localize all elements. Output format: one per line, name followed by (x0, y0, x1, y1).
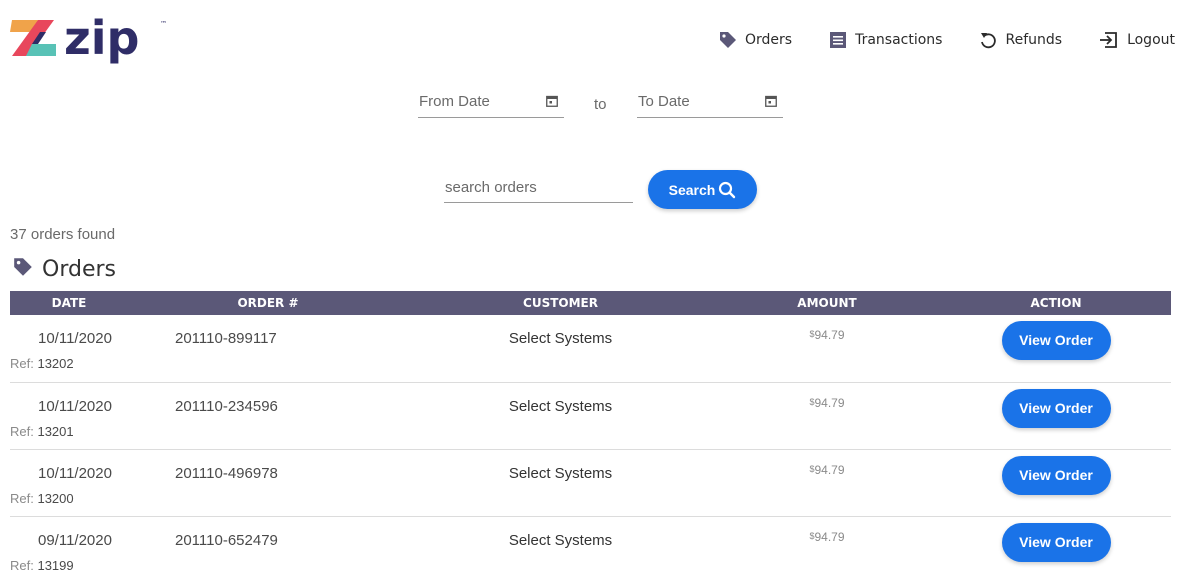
column-header-order: ORDER # (237, 296, 299, 310)
zip-logo[interactable]: zip ™ (10, 11, 170, 70)
logout-icon (1098, 30, 1120, 50)
nav-transactions[interactable]: Transactions (828, 30, 942, 50)
order-date-cell: 10/11/2020 Ref: 13200 (10, 449, 128, 516)
order-date: 09/11/2020 (38, 531, 112, 549)
ref-number: 13200 (37, 490, 74, 506)
ref-prefix: Ref: (10, 356, 38, 371)
date-range-separator: to (594, 96, 607, 113)
column-header-amount: AMOUNT (797, 296, 857, 310)
customer-name: Select Systems (508, 397, 613, 415)
order-number: 201110-899117 (175, 330, 277, 347)
customer-name: Select Systems (508, 464, 613, 482)
search-icon (718, 181, 736, 199)
top-nav: Orders Transactions Refunds Logout (718, 30, 1175, 50)
table-row: 10/11/2020 Ref: 13202 201110-899117 Sele… (10, 315, 1171, 382)
column-header-date: DATE (51, 296, 87, 310)
nav-orders[interactable]: Orders (718, 30, 792, 50)
ref-number: 13202 (37, 356, 74, 371)
customer-name: Select Systems (508, 531, 613, 549)
nav-logout[interactable]: Logout (1098, 30, 1175, 50)
tag-icon (12, 256, 34, 283)
order-amount: $94.79 (713, 516, 941, 583)
order-amount: $94.79 (713, 315, 941, 382)
ref-number: 13199 (37, 557, 74, 573)
column-header-customer: CUSTOMER (523, 296, 598, 310)
order-date: 10/11/2020 (38, 397, 112, 415)
orders-table: DATE ORDER # CUSTOMER AMOUNT ACTION 10/1… (10, 291, 1171, 583)
order-ref: Ref: 13200 (10, 491, 128, 506)
order-date-cell: 10/11/2020 Ref: 13201 (10, 382, 128, 449)
search-input[interactable] (444, 172, 633, 203)
customer-name: Select Systems (508, 330, 613, 347)
action-cell: View Order (941, 449, 1171, 516)
view-order-button[interactable]: View Order (1001, 321, 1111, 360)
table-header-row: DATE ORDER # CUSTOMER AMOUNT ACTION (10, 291, 1171, 315)
to-date-field[interactable]: To Date (637, 88, 783, 118)
order-amount: $94.79 (713, 382, 941, 449)
order-ref: Ref: 13201 (10, 424, 128, 439)
search-button-label: Search (668, 181, 716, 198)
action-cell: View Order (941, 382, 1171, 449)
nav-orders-label: Orders (745, 32, 793, 48)
column-header-action: ACTION (1030, 296, 1082, 310)
ref-prefix: Ref: (10, 423, 38, 439)
amount-value: 94.79 (814, 395, 845, 410)
table-row: 09/11/2020 Ref: 13199 201110-652479 Sele… (10, 516, 1171, 583)
view-order-button[interactable]: View Order (1001, 455, 1111, 495)
calendar-icon (765, 94, 777, 111)
amount-value: 94.79 (814, 328, 845, 342)
order-date-cell: 10/11/2020 Ref: 13202 (10, 315, 128, 382)
order-number: 201110-652479 (175, 531, 278, 549)
table-row: 10/11/2020 Ref: 13201 201110-234596 Sele… (10, 382, 1171, 449)
search-button[interactable]: Search (648, 170, 757, 209)
action-cell: View Order (941, 516, 1171, 583)
from-date-field[interactable]: From Date (418, 88, 564, 118)
tag-icon (718, 30, 738, 50)
amount-value: 94.79 (814, 462, 845, 477)
orders-heading-label: Orders (42, 257, 116, 282)
undo-icon (978, 30, 998, 50)
nav-transactions-label: Transactions (855, 32, 943, 48)
order-number: 201110-234596 (175, 397, 278, 415)
amount-value: 94.79 (814, 529, 845, 544)
order-date: 10/11/2020 (38, 464, 112, 482)
trademark-mark: ™ (160, 20, 167, 28)
ref-prefix: Ref: (10, 490, 38, 506)
list-icon (828, 30, 848, 50)
order-date: 10/11/2020 (38, 330, 112, 347)
table-row: 10/11/2020 Ref: 13200 201110-496978 Sele… (10, 449, 1171, 516)
order-ref: Ref: 13199 (10, 558, 128, 573)
view-order-button[interactable]: View Order (1001, 388, 1111, 428)
orders-count: 37 orders found (10, 226, 116, 243)
order-number: 201110-496978 (175, 464, 278, 482)
from-date-label: From Date (419, 93, 490, 110)
ref-prefix: Ref: (10, 557, 38, 573)
orders-heading: Orders (12, 256, 116, 283)
order-date-cell: 09/11/2020 Ref: 13199 (10, 516, 128, 583)
nav-logout-label: Logout (1127, 32, 1175, 48)
ref-number: 13201 (37, 423, 74, 439)
view-order-button[interactable]: View Order (1001, 522, 1111, 562)
calendar-icon (546, 94, 558, 111)
order-ref: Ref: 13202 (10, 356, 128, 371)
nav-refunds-label: Refunds (1005, 32, 1063, 48)
action-cell: View Order (941, 315, 1171, 382)
brand-name: zip (64, 12, 139, 65)
order-amount: $94.79 (713, 449, 941, 516)
nav-refunds[interactable]: Refunds (978, 30, 1062, 50)
to-date-label: To Date (638, 93, 690, 110)
